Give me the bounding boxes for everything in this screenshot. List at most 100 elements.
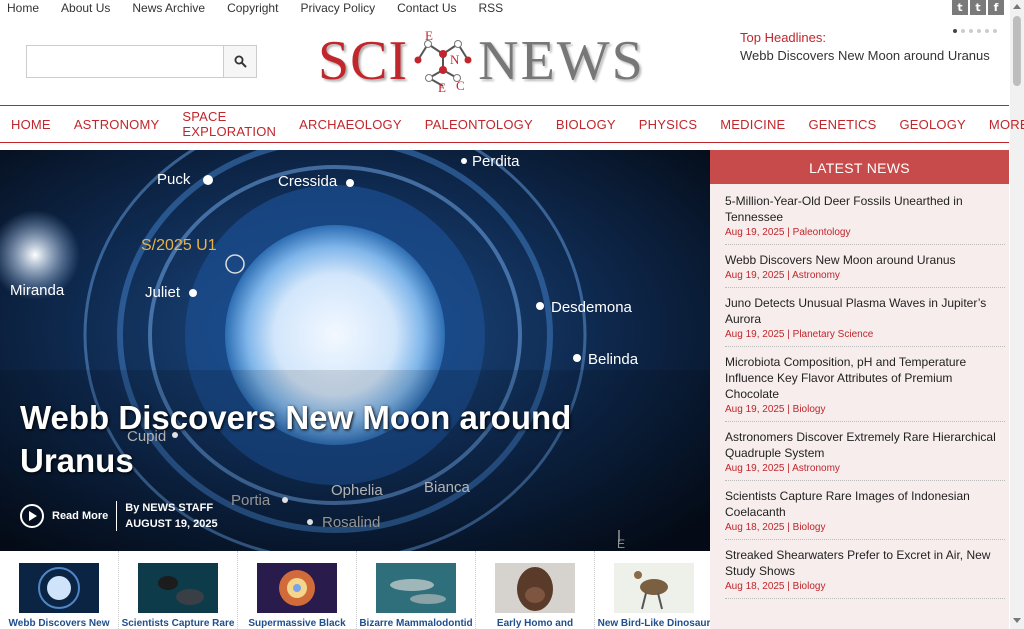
pager-dot[interactable] bbox=[953, 29, 957, 33]
thumbnail-card[interactable]: Supermassive Black bbox=[238, 551, 357, 629]
play-circle-icon[interactable] bbox=[20, 504, 44, 528]
twitter-icon[interactable]: t bbox=[952, 0, 968, 15]
nav-home[interactable]: HOME bbox=[11, 117, 51, 132]
list-item[interactable]: Astronomers Discover Extremely Rare Hier… bbox=[725, 429, 1005, 481]
molecule-letter-c: C bbox=[456, 78, 465, 92]
news-title[interactable]: Webb Discovers New Moon around Uranus bbox=[725, 252, 1005, 268]
pager-dot[interactable] bbox=[993, 29, 997, 33]
hero-feature[interactable]: Puck Cressida Perdita S/2025 U1 Miranda … bbox=[0, 150, 710, 551]
molecule-letter-n: N bbox=[450, 52, 460, 67]
scroll-down-arrow-icon[interactable] bbox=[1013, 618, 1021, 623]
utility-link-contact[interactable]: Contact Us bbox=[397, 0, 456, 16]
hero-byline: By NEWS STAFF AUGUST 19, 2025 bbox=[125, 500, 217, 532]
nav-medicine[interactable]: MEDICINE bbox=[720, 117, 785, 132]
utility-link-rss[interactable]: RSS bbox=[478, 0, 503, 16]
news-title[interactable]: Scientists Capture Rare Images of Indone… bbox=[725, 488, 1005, 520]
latest-news-list: 5-Million-Year-Old Deer Fossils Unearthe… bbox=[710, 184, 1009, 599]
thumbnail-card[interactable]: Webb Discovers New bbox=[0, 551, 119, 629]
nebula-thumbnail-image bbox=[257, 563, 337, 613]
logo-news-text: NEWS bbox=[478, 30, 645, 92]
nav-genetics[interactable]: GENETICS bbox=[808, 117, 876, 132]
utility-link-about[interactable]: About Us bbox=[61, 0, 110, 16]
main-nav: HOME ASTRONOMY SPACE EXPLORATION ARCHAEO… bbox=[0, 105, 1024, 143]
molecule-letter-e2: E bbox=[438, 80, 446, 92]
news-title[interactable]: Streaked Shearwaters Prefer to Excret in… bbox=[725, 547, 1005, 579]
top-headline-link[interactable]: Webb Discovers New Moon around Uranus bbox=[740, 48, 1000, 63]
list-item[interactable]: Microbiota Composition, pH and Temperatu… bbox=[725, 354, 1005, 422]
list-item[interactable]: Scientists Capture Rare Images of Indone… bbox=[725, 488, 1005, 540]
hero-uranus-image: Puck Cressida Perdita S/2025 U1 Miranda … bbox=[0, 150, 710, 551]
facebook-icon[interactable]: f bbox=[988, 0, 1004, 15]
moon-label-desdemona: Desdemona bbox=[551, 299, 633, 316]
site-logo[interactable]: SCI E N C E NEWS bbox=[318, 30, 698, 92]
utility-link-copyright[interactable]: Copyright bbox=[227, 0, 278, 16]
thumbnail-card[interactable]: Bizarre Mammalodontid bbox=[357, 551, 476, 629]
thumbnail-card[interactable]: Early Homo and bbox=[476, 551, 595, 629]
tumblr-icon[interactable]: t bbox=[970, 0, 986, 15]
hero-meta-divider bbox=[116, 501, 118, 531]
headline-pager bbox=[953, 29, 997, 33]
latest-news-panel: LATEST NEWS 5-Million-Year-Old Deer Foss… bbox=[710, 150, 1009, 629]
read-more-link[interactable]: Read More bbox=[52, 510, 108, 522]
pager-dot[interactable] bbox=[969, 29, 973, 33]
nav-space-exploration[interactable]: SPACE EXPLORATION bbox=[182, 109, 276, 139]
thumbnail-caption[interactable]: Supermassive Black bbox=[239, 618, 355, 629]
hero-author: By NEWS STAFF bbox=[125, 502, 214, 514]
molecule-letter-e1: E bbox=[425, 30, 433, 43]
hero-meta: Read More By NEWS STAFF AUGUST 19, 2025 bbox=[20, 500, 218, 532]
latest-news-heading: LATEST NEWS bbox=[710, 150, 1009, 184]
moon-label-new-moon: S/2025 U1 bbox=[141, 237, 217, 254]
news-meta: Aug 19, 2025 | Biology bbox=[725, 404, 826, 415]
whale-thumbnail-image bbox=[376, 563, 456, 613]
list-item[interactable]: 5-Million-Year-Old Deer Fossils Unearthe… bbox=[725, 193, 1005, 245]
nav-geology[interactable]: GEOLOGY bbox=[900, 117, 966, 132]
nav-physics[interactable]: PHYSICS bbox=[639, 117, 697, 132]
molecule-logo-icon: E N C E bbox=[414, 30, 472, 92]
thumbnail-caption[interactable]: New Bird-Like Dinosaur bbox=[596, 618, 710, 629]
utility-link-privacy[interactable]: Privacy Policy bbox=[300, 0, 375, 16]
utility-link-home[interactable]: Home bbox=[7, 0, 39, 16]
moon-label-belinda: Belinda bbox=[588, 351, 639, 368]
scroll-up-arrow-icon[interactable] bbox=[1013, 4, 1021, 9]
list-item[interactable]: Webb Discovers New Moon around Uranus Aug… bbox=[725, 252, 1005, 288]
hominid-thumbnail-image bbox=[495, 563, 575, 613]
news-meta: Aug 18, 2025 | Biology bbox=[725, 522, 826, 533]
search-button[interactable] bbox=[223, 46, 256, 77]
news-title[interactable]: Astronomers Discover Extremely Rare Hier… bbox=[725, 429, 1005, 461]
dinosaur-thumbnail-image bbox=[614, 563, 694, 613]
pager-dot[interactable] bbox=[977, 29, 981, 33]
list-item[interactable]: Streaked Shearwaters Prefer to Excret in… bbox=[725, 547, 1005, 599]
page-scrollbar[interactable] bbox=[1010, 0, 1024, 629]
logo-sci-text: SCI bbox=[318, 30, 409, 92]
list-item[interactable]: Juno Detects Unusual Plasma Waves in Jup… bbox=[725, 295, 1005, 347]
news-title[interactable]: Juno Detects Unusual Plasma Waves in Jup… bbox=[725, 295, 1005, 327]
top-headlines: Top Headlines: Webb Discovers New Moon a… bbox=[740, 30, 1000, 63]
thumbnail-caption[interactable]: Scientists Capture Rare bbox=[120, 618, 236, 629]
top-utility-bar: Home About Us News Archive Copyright Pri… bbox=[0, 0, 1010, 16]
social-icons: t t f bbox=[952, 0, 1004, 15]
nav-paleontology[interactable]: PALEONTOLOGY bbox=[425, 117, 533, 132]
hero-title[interactable]: Webb Discovers New Moon around Uranus bbox=[20, 396, 660, 482]
nav-archaeology[interactable]: ARCHAEOLOGY bbox=[299, 117, 402, 132]
nav-more[interactable]: MORE bbox=[989, 117, 1024, 132]
nav-astronomy[interactable]: ASTRONOMY bbox=[74, 117, 160, 132]
news-title[interactable]: Microbiota Composition, pH and Temperatu… bbox=[725, 354, 1005, 402]
nav-biology[interactable]: BIOLOGY bbox=[556, 117, 616, 132]
thumbnail-card[interactable]: Scientists Capture Rare bbox=[119, 551, 238, 629]
thumbnail-caption[interactable]: Bizarre Mammalodontid bbox=[358, 618, 474, 629]
thumbnail-caption[interactable]: Webb Discovers New bbox=[1, 618, 117, 629]
thumbnail-caption[interactable]: Early Homo and bbox=[477, 618, 593, 629]
moon-label-cressida: Cressida bbox=[278, 173, 338, 190]
scrollbar-thumb[interactable] bbox=[1013, 16, 1021, 86]
pager-dot[interactable] bbox=[961, 29, 965, 33]
search-input[interactable] bbox=[27, 46, 223, 77]
news-meta: Aug 19, 2025 | Astronomy bbox=[725, 270, 840, 281]
news-meta: Aug 19, 2025 | Paleontology bbox=[725, 227, 851, 238]
news-title[interactable]: 5-Million-Year-Old Deer Fossils Unearthe… bbox=[725, 193, 1005, 225]
uranus-thumbnail-image bbox=[19, 563, 99, 613]
utility-link-archive[interactable]: News Archive bbox=[132, 0, 205, 16]
thumbnail-card[interactable]: New Bird-Like Dinosaur bbox=[595, 551, 710, 629]
news-meta: Aug 19, 2025 | Astronomy bbox=[725, 463, 840, 474]
search-icon bbox=[234, 55, 247, 68]
pager-dot[interactable] bbox=[985, 29, 989, 33]
